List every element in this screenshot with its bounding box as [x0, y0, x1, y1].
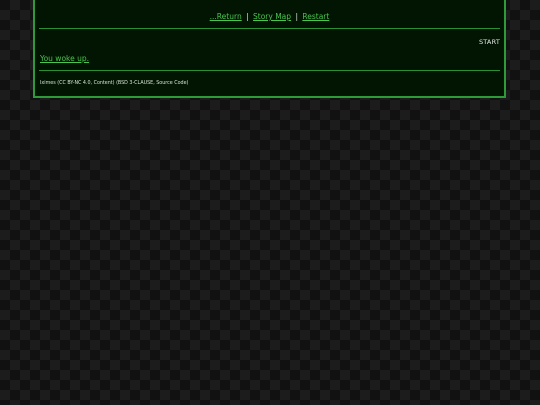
credits-footer: Iximes (CC BY-NC 4.0, Content) (BSD 3-CL…	[40, 81, 189, 86]
return-link[interactable]: ...Return	[210, 12, 242, 21]
story-panel: ...Return | Story Map | Restart START Yo…	[33, 0, 506, 98]
choice-link[interactable]: You woke up.	[40, 54, 89, 63]
nav-bar: ...Return | Story Map | Restart	[35, 12, 504, 21]
restart-link[interactable]: Restart	[302, 12, 329, 21]
bottom-divider	[39, 70, 500, 71]
nav-separator: |	[295, 12, 298, 21]
passage-title: START	[478, 38, 500, 46]
top-divider	[39, 28, 500, 29]
story-map-link[interactable]: Story Map	[253, 12, 291, 21]
nav-separator: |	[246, 12, 249, 21]
